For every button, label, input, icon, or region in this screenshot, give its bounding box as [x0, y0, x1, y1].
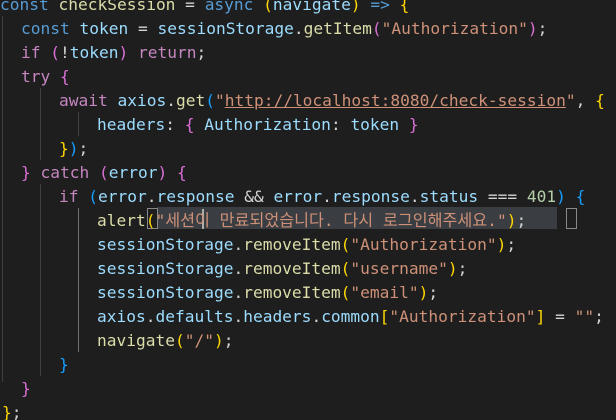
keyword: if [59, 187, 79, 206]
function-call: navigate [97, 331, 175, 350]
function-call: alert [97, 211, 146, 230]
property: defaults [155, 307, 234, 326]
punctuation: : [330, 115, 351, 134]
identifier: sessionStorage [97, 235, 234, 254]
property: Authorization [204, 115, 331, 134]
method: getItem [303, 19, 372, 38]
identifier: axios [117, 91, 167, 110]
indent-guide-active [78, 208, 79, 352]
url-link[interactable]: http://localhost:8080/check-session [225, 91, 566, 110]
code-line-3: if (!token) return; [21, 43, 207, 62]
code-line-10: alert("세션이 만료되었습니다. 다시 로그인해주세요."); [97, 211, 527, 230]
string: "Authorization" [350, 235, 497, 254]
keyword: try [21, 67, 51, 86]
code-line-5: await axios.get("http://localhost:8080/c… [59, 91, 605, 110]
punctuation: ; [428, 283, 439, 302]
code-line-18: }; [2, 403, 22, 420]
operator: = [175, 0, 205, 14]
identifier: sessionStorage [157, 19, 294, 38]
number: 401 [526, 187, 557, 206]
string: "/" [184, 331, 214, 350]
string: 이 만료되었습니다. 다시 로그인해주세요. [195, 211, 497, 230]
string: " [496, 211, 507, 230]
property: headers [243, 307, 312, 326]
identifier: axios [97, 307, 146, 326]
identifier: token [69, 43, 119, 62]
operator: ! [60, 43, 70, 62]
property: common [321, 307, 380, 326]
punctuation: ; [516, 211, 527, 230]
identifier: error [108, 163, 158, 182]
punctuation: ; [223, 331, 234, 350]
string: "email" [350, 283, 419, 302]
string: " [565, 91, 576, 110]
string: " [155, 211, 166, 230]
indent-guide [78, 112, 79, 136]
property: response [331, 187, 410, 206]
matching-bracket [566, 208, 577, 229]
property: status [419, 187, 479, 206]
operator: => [360, 0, 400, 14]
punctuation: ; [457, 259, 468, 278]
punctuation: : [165, 115, 185, 134]
code-line-9: if (error.response && error.response.sta… [59, 187, 586, 206]
code-line-11: sessionStorage.removeItem("Authorization… [97, 235, 517, 254]
code-line-15: navigate("/"); [97, 331, 234, 350]
identifier: checkSession [58, 0, 176, 14]
code-line-6: headers: { Authorization: token } [97, 115, 419, 134]
punctuation: ; [78, 139, 89, 158]
punctuation: ; [537, 19, 548, 38]
code-line-4: try { [21, 67, 70, 86]
property: headers [97, 115, 166, 134]
code-line-12: sessionStorage.removeItem("username"); [97, 259, 468, 278]
code-line-1: const checkSession = async (navigate) =>… [0, 0, 409, 17]
code-line-16: } [59, 355, 69, 374]
method: removeItem [243, 235, 341, 254]
string: " [214, 91, 225, 110]
indent-guide [2, 16, 3, 382]
code-line-13: sessionStorage.removeItem("email"); [97, 283, 439, 302]
punctuation: ; [594, 307, 604, 326]
identifier: token [79, 19, 129, 38]
method: removeItem [243, 259, 341, 278]
keyword: await [59, 91, 108, 110]
code-line-8: } catch (error) { [21, 163, 187, 182]
code-line-17: } [21, 379, 31, 398]
identifier: sessionStorage [97, 283, 234, 302]
string: "Authorization" [389, 307, 536, 326]
keyword: if [21, 43, 41, 62]
string: "Authorization" [381, 19, 528, 38]
identifier: sessionStorage [97, 259, 234, 278]
operator: = [545, 307, 575, 326]
punctuation: ; [196, 43, 207, 62]
identifier: error [98, 187, 147, 206]
string: 세션 [165, 211, 196, 230]
keyword: async [204, 0, 254, 14]
code-line-7: }); [59, 139, 89, 158]
string: "" [574, 307, 595, 326]
method: removeItem [243, 283, 341, 302]
identifier: error [273, 187, 323, 206]
operator: = [128, 19, 158, 38]
identifier: token [350, 115, 400, 134]
method: get [175, 91, 206, 110]
indent-guide [40, 184, 41, 376]
keyword: catch [40, 163, 90, 182]
punctuation: ; [506, 235, 517, 254]
indent-guide [40, 88, 41, 160]
string: "username" [350, 259, 448, 278]
punctuation: ; [11, 403, 22, 420]
code-line-14: axios.defaults.headers.common["Authoriza… [97, 307, 604, 326]
operator: && [234, 187, 274, 206]
operator: === [478, 187, 527, 206]
code-line-2: const token = sessionStorage.getItem("Au… [21, 19, 548, 38]
code-editor[interactable]: const checkSession = async (navigate) =>… [0, 0, 616, 420]
keyword: return [137, 43, 197, 62]
property: response [156, 187, 235, 206]
identifier: navigate [272, 0, 351, 14]
keyword: const [21, 19, 70, 38]
punctuation: , [575, 91, 596, 110]
keyword: const [0, 0, 49, 14]
